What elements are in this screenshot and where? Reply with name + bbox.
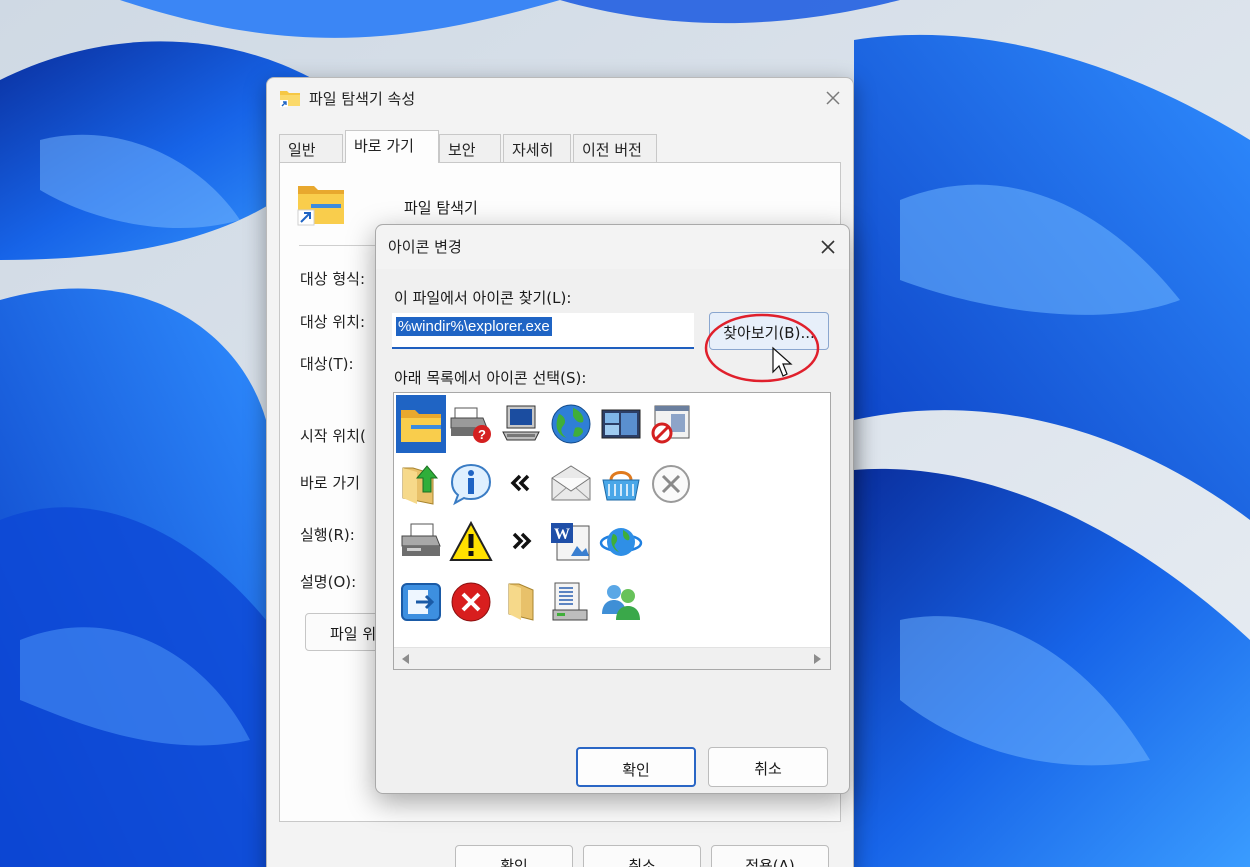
folder-icon xyxy=(401,410,441,442)
window-app-icon xyxy=(601,409,641,439)
exit-icon xyxy=(401,583,441,621)
app-name: 파일 탐색기 xyxy=(404,199,478,217)
icon-option[interactable] xyxy=(596,513,646,571)
tab-details[interactable]: 자세히 xyxy=(503,134,571,162)
folder-up-icon xyxy=(402,465,439,505)
basket-icon xyxy=(602,471,640,501)
icon-option[interactable] xyxy=(496,513,546,571)
find-icons-label: 이 파일에서 아이콘 찾기(L): xyxy=(394,289,572,307)
tab-shortcut[interactable]: 바로 가기 xyxy=(345,130,439,163)
icon-option[interactable] xyxy=(496,573,546,631)
icon-option[interactable] xyxy=(446,513,496,571)
mail-icon xyxy=(551,465,591,501)
circle-x-icon xyxy=(652,465,690,503)
props-ok-button[interactable]: 확인 xyxy=(455,845,573,867)
file-explorer-icon xyxy=(297,186,344,226)
icon-option[interactable] xyxy=(396,455,446,513)
dialog-cancel-button[interactable]: 취소 xyxy=(708,747,828,787)
printer-help-icon: ? xyxy=(450,407,491,443)
properties-title: 파일 탐색기 속성 xyxy=(309,90,416,108)
shortcut-key-label: 바로 가기 xyxy=(300,474,360,492)
icon-option[interactable] xyxy=(396,395,446,453)
icon-file-path-input[interactable]: %windir%\explorer.exe xyxy=(392,313,694,349)
folder-icon xyxy=(280,91,300,107)
open-folder-icon xyxy=(508,583,534,621)
tab-general[interactable]: 일반 xyxy=(279,134,343,162)
start-in-label: 시작 위치( xyxy=(300,427,366,445)
scroll-left-icon[interactable] xyxy=(402,654,409,664)
icon-option[interactable] xyxy=(446,455,496,513)
select-icon-label: 아래 목록에서 아이콘 선택(S): xyxy=(394,369,587,387)
icon-option[interactable] xyxy=(396,513,446,571)
target-label: 대상(T): xyxy=(300,355,354,373)
tab-previous-versions[interactable]: 이전 버전 xyxy=(573,134,657,162)
properties-titlebar[interactable]: 파일 탐색기 속성 xyxy=(267,78,853,120)
icon-option[interactable] xyxy=(546,455,596,513)
svg-text:W: W xyxy=(554,526,570,543)
icon-option[interactable] xyxy=(646,395,696,453)
icon-option[interactable] xyxy=(546,573,596,631)
icon-option[interactable] xyxy=(646,455,696,513)
close-icon[interactable] xyxy=(819,84,847,112)
icon-option[interactable] xyxy=(396,573,446,631)
browse-button[interactable]: 찾아보기(B)... xyxy=(709,312,829,350)
icon-option[interactable] xyxy=(596,573,646,631)
icon-option[interactable] xyxy=(596,455,646,513)
horizontal-scrollbar[interactable] xyxy=(394,647,830,669)
svg-text:?: ? xyxy=(478,427,486,442)
icon-option[interactable] xyxy=(496,395,546,453)
error-icon xyxy=(451,582,491,622)
server-list-icon xyxy=(552,582,588,621)
icon-option[interactable]: W xyxy=(546,513,596,571)
icon-option[interactable] xyxy=(546,395,596,453)
warning-icon xyxy=(449,520,493,561)
users-icon xyxy=(602,585,640,620)
dialog-ok-button[interactable]: 확인 xyxy=(576,747,696,787)
internet-globe-icon xyxy=(599,528,643,556)
path-selected-text: %windir%\explorer.exe xyxy=(396,317,552,336)
props-apply-button[interactable]: 적용(A) xyxy=(711,845,829,867)
double-chevron-left-icon xyxy=(510,474,530,492)
comment-label: 설명(O): xyxy=(300,573,357,591)
info-icon xyxy=(450,463,492,506)
printer-icon xyxy=(401,523,441,556)
run-label: 실행(R): xyxy=(300,526,355,544)
tab-security[interactable]: 보안 xyxy=(439,134,501,162)
word-document-icon: W xyxy=(551,523,590,561)
target-type-label: 대상 형식: xyxy=(300,270,366,288)
icon-option[interactable] xyxy=(496,455,546,513)
globe-icon xyxy=(551,404,591,444)
scroll-right-icon[interactable] xyxy=(814,654,821,664)
change-icon-dialog: 아이콘 변경 이 파일에서 아이콘 찾기(L): %windir%\explor… xyxy=(375,224,850,794)
icon-list[interactable]: ? W xyxy=(393,392,831,670)
blocked-window-icon xyxy=(651,405,690,444)
dialog-title: 아이콘 변경 xyxy=(388,238,462,256)
icon-option[interactable] xyxy=(446,573,496,631)
double-chevron-right-icon xyxy=(512,532,532,550)
icon-option[interactable]: ? xyxy=(446,395,496,453)
close-icon[interactable] xyxy=(814,233,842,261)
icon-option[interactable] xyxy=(596,395,646,453)
props-cancel-button[interactable]: 취소 xyxy=(583,845,701,867)
computer-icon xyxy=(502,405,540,441)
target-location-label: 대상 위치: xyxy=(300,313,366,331)
